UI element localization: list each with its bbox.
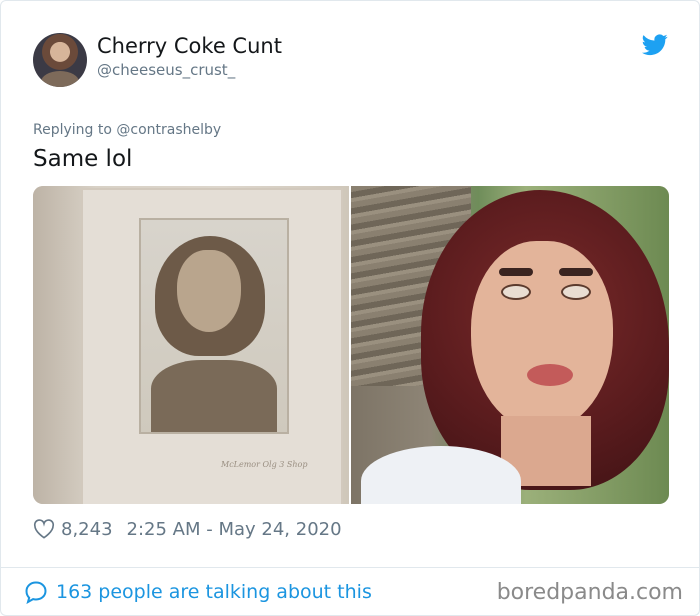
lips (527, 364, 573, 386)
photo-frame (81, 188, 343, 504)
selfie-photo[interactable] (351, 186, 669, 504)
frame-signature: McLemor Olg 3 Shop (221, 460, 308, 469)
boredpanda-watermark: boredpanda.com (496, 580, 683, 605)
replying-to-line[interactable]: Replying to @contrashelby (33, 122, 221, 138)
talking-about-label[interactable]: 163 people are talking about this (56, 581, 372, 603)
tweet-text: Same lol (33, 146, 133, 172)
portrait-print (139, 218, 289, 434)
left-eyebrow (499, 268, 533, 276)
twitter-bird-icon[interactable] (642, 34, 668, 56)
tweet-meta: 8,243 2:25 AM - May 24, 2020 (33, 517, 342, 541)
tweet-timestamp[interactable]: 2:25 AM - May 24, 2020 (127, 519, 342, 540)
speech-bubble-icon (25, 581, 47, 604)
tweet-media[interactable]: McLemor Olg 3 Shop (33, 186, 669, 504)
author-avatar[interactable] (33, 33, 87, 87)
left-eye (501, 284, 531, 300)
like-count[interactable]: 8,243 (61, 519, 113, 540)
heart-icon[interactable] (33, 519, 55, 539)
talking-about-link[interactable]: 163 people are talking about this (24, 579, 372, 605)
author-name[interactable]: Cherry Coke Cunt (97, 34, 282, 58)
vintage-portrait-photo[interactable]: McLemor Olg 3 Shop (33, 186, 349, 504)
right-eyebrow (559, 268, 593, 276)
footer-divider (1, 567, 699, 568)
tweet-card: Cherry Coke Cunt @cheeseus_crust_ Replyi… (0, 0, 700, 616)
right-eye (561, 284, 591, 300)
author-handle[interactable]: @cheeseus_crust_ (97, 61, 235, 79)
